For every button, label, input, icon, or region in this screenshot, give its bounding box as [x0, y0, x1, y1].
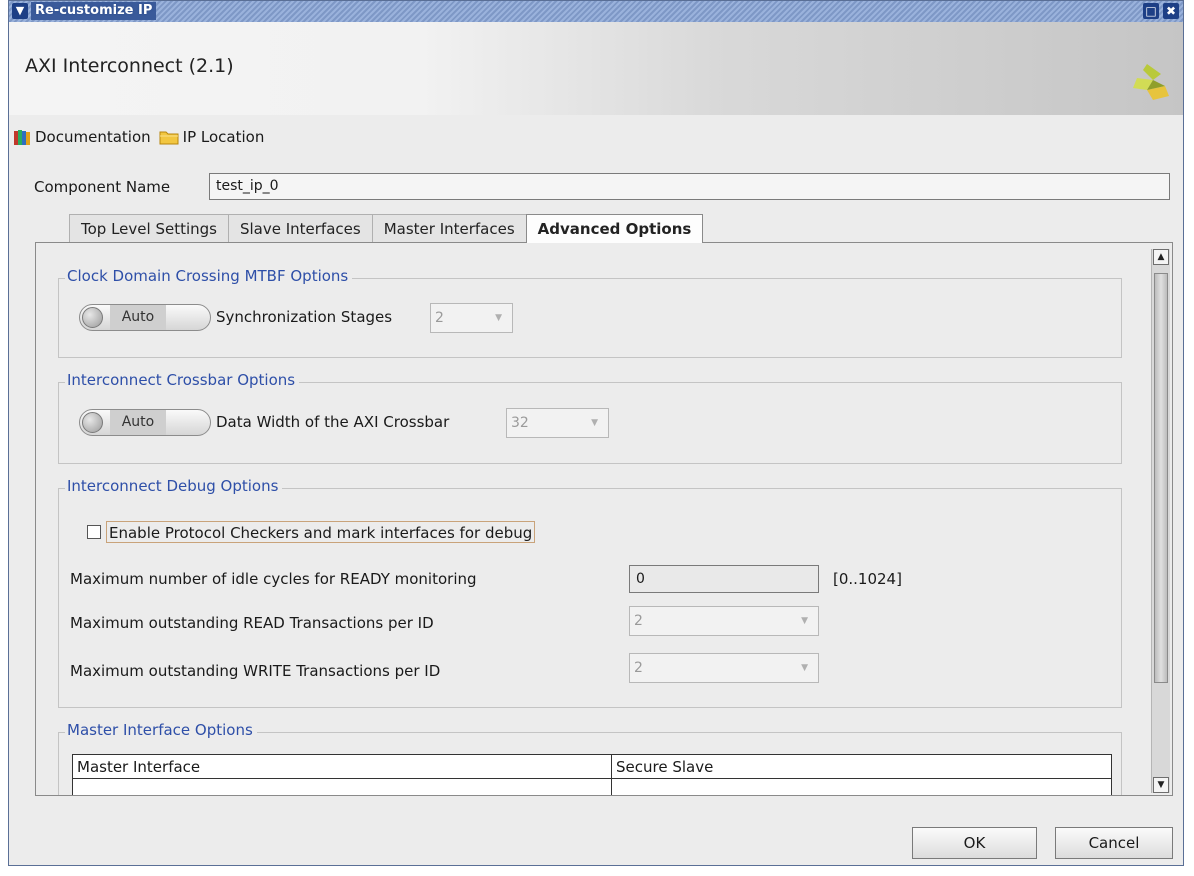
table-header-row: Master Interface Secure Slave	[72, 754, 1112, 779]
debug-title: Interconnect Debug Options	[65, 477, 283, 495]
protocol-checker-label[interactable]: Enable Protocol Checkers and mark interf…	[106, 521, 536, 543]
table-cell	[611, 778, 1112, 795]
max-read-select[interactable]: 2 ▼	[629, 606, 819, 636]
chevron-down-icon: ▼	[495, 313, 502, 323]
toggle-label: Auto	[110, 410, 166, 435]
folder-icon	[159, 131, 179, 145]
chevron-down-icon: ▼	[591, 418, 598, 428]
protocol-checker-checkbox[interactable]	[87, 525, 101, 539]
chevron-down-icon: ▼	[801, 663, 808, 673]
column-header-master-interface: Master Interface	[72, 754, 612, 779]
advanced-options-panel: Clock Domain Crossing MTBF Options Auto …	[35, 242, 1173, 796]
max-read-label: Maximum outstanding READ Transactions pe…	[70, 614, 434, 632]
documentation-label: Documentation	[35, 128, 151, 146]
component-name-label: Component Name	[34, 178, 171, 196]
scrollbar-thumb[interactable]	[1154, 273, 1168, 683]
debug-group: Interconnect Debug Options Enable Protoc…	[58, 477, 1122, 708]
master-interface-table: Master Interface Secure Slave	[72, 754, 1112, 795]
table-cell	[72, 778, 612, 795]
crossbar-title: Interconnect Crossbar Options	[65, 371, 300, 389]
documentation-link[interactable]: Documentation	[13, 128, 151, 146]
maximize-icon[interactable]: □	[1143, 3, 1159, 19]
window-title: Re-customize IP	[31, 2, 157, 20]
column-header-secure-slave: Secure Slave	[611, 754, 1112, 779]
chevron-down-icon[interactable]: ▼	[12, 3, 28, 19]
max-write-label: Maximum outstanding WRITE Transactions p…	[70, 662, 441, 680]
master-options-group: Master Interface Options Master Interfac…	[58, 721, 1122, 795]
idle-cycles-input[interactable]: 0	[629, 565, 819, 593]
sync-stages-value: 2	[435, 310, 444, 326]
master-options-title: Master Interface Options	[65, 721, 257, 739]
tab-bar: Top Level Settings Slave Interfaces Mast…	[69, 214, 704, 243]
clock-domain-group: Clock Domain Crossing MTBF Options Auto …	[58, 267, 1122, 358]
clock-domain-title: Clock Domain Crossing MTBF Options	[65, 267, 353, 285]
ok-button[interactable]: OK	[912, 827, 1037, 859]
toggle-label: Auto	[110, 305, 166, 330]
crossbar-width-select[interactable]: 32 ▼	[506, 408, 609, 438]
tab-slave-interfaces[interactable]: Slave Interfaces	[227, 214, 373, 242]
re-customize-ip-dialog: ▼ Re-customize IP □ ✖ AXI Interconnect (…	[8, 0, 1184, 866]
chevron-down-icon: ▼	[801, 616, 808, 626]
close-icon[interactable]: ✖	[1163, 3, 1179, 19]
max-write-value: 2	[634, 660, 643, 676]
table-row	[72, 778, 1112, 795]
dialog-header: AXI Interconnect (2.1)	[9, 22, 1183, 115]
books-icon	[14, 130, 30, 145]
max-read-value: 2	[634, 613, 643, 629]
toggle-knob	[82, 412, 103, 433]
ip-title: AXI Interconnect (2.1)	[25, 55, 234, 77]
scroll-down-icon[interactable]: ▼	[1153, 777, 1169, 793]
tab-master-interfaces[interactable]: Master Interfaces	[371, 214, 527, 242]
max-write-select[interactable]: 2 ▼	[629, 653, 819, 683]
sync-stages-auto-toggle[interactable]: Auto	[79, 304, 211, 331]
tab-advanced-options[interactable]: Advanced Options	[525, 214, 704, 243]
links-bar: Documentation IP Location	[13, 125, 272, 149]
crossbar-group: Interconnect Crossbar Options Auto Data …	[58, 371, 1122, 464]
sync-stages-select[interactable]: 2 ▼	[430, 303, 513, 333]
scroll-up-icon[interactable]: ▲	[1153, 249, 1169, 265]
xilinx-logo-icon	[1133, 64, 1169, 100]
ip-location-link[interactable]: IP Location	[159, 128, 265, 146]
crossbar-width-value: 32	[511, 415, 529, 431]
vertical-scrollbar[interactable]: ▲ ▼	[1151, 249, 1170, 793]
sync-stages-label: Synchronization Stages	[216, 308, 393, 326]
toggle-knob	[82, 307, 103, 328]
cancel-button[interactable]: Cancel	[1055, 827, 1173, 859]
component-name-input[interactable]: test_ip_0	[209, 173, 1170, 200]
tab-top-level-settings[interactable]: Top Level Settings	[69, 214, 229, 242]
ip-location-label: IP Location	[182, 128, 265, 146]
crossbar-auto-toggle[interactable]: Auto	[79, 409, 211, 436]
idle-cycles-label: Maximum number of idle cycles for READY …	[70, 570, 477, 588]
crossbar-width-label: Data Width of the AXI Crossbar	[216, 413, 450, 431]
title-bar[interactable]: ▼ Re-customize IP □ ✖	[9, 1, 1183, 23]
idle-cycles-range: [0..1024]	[833, 570, 902, 588]
